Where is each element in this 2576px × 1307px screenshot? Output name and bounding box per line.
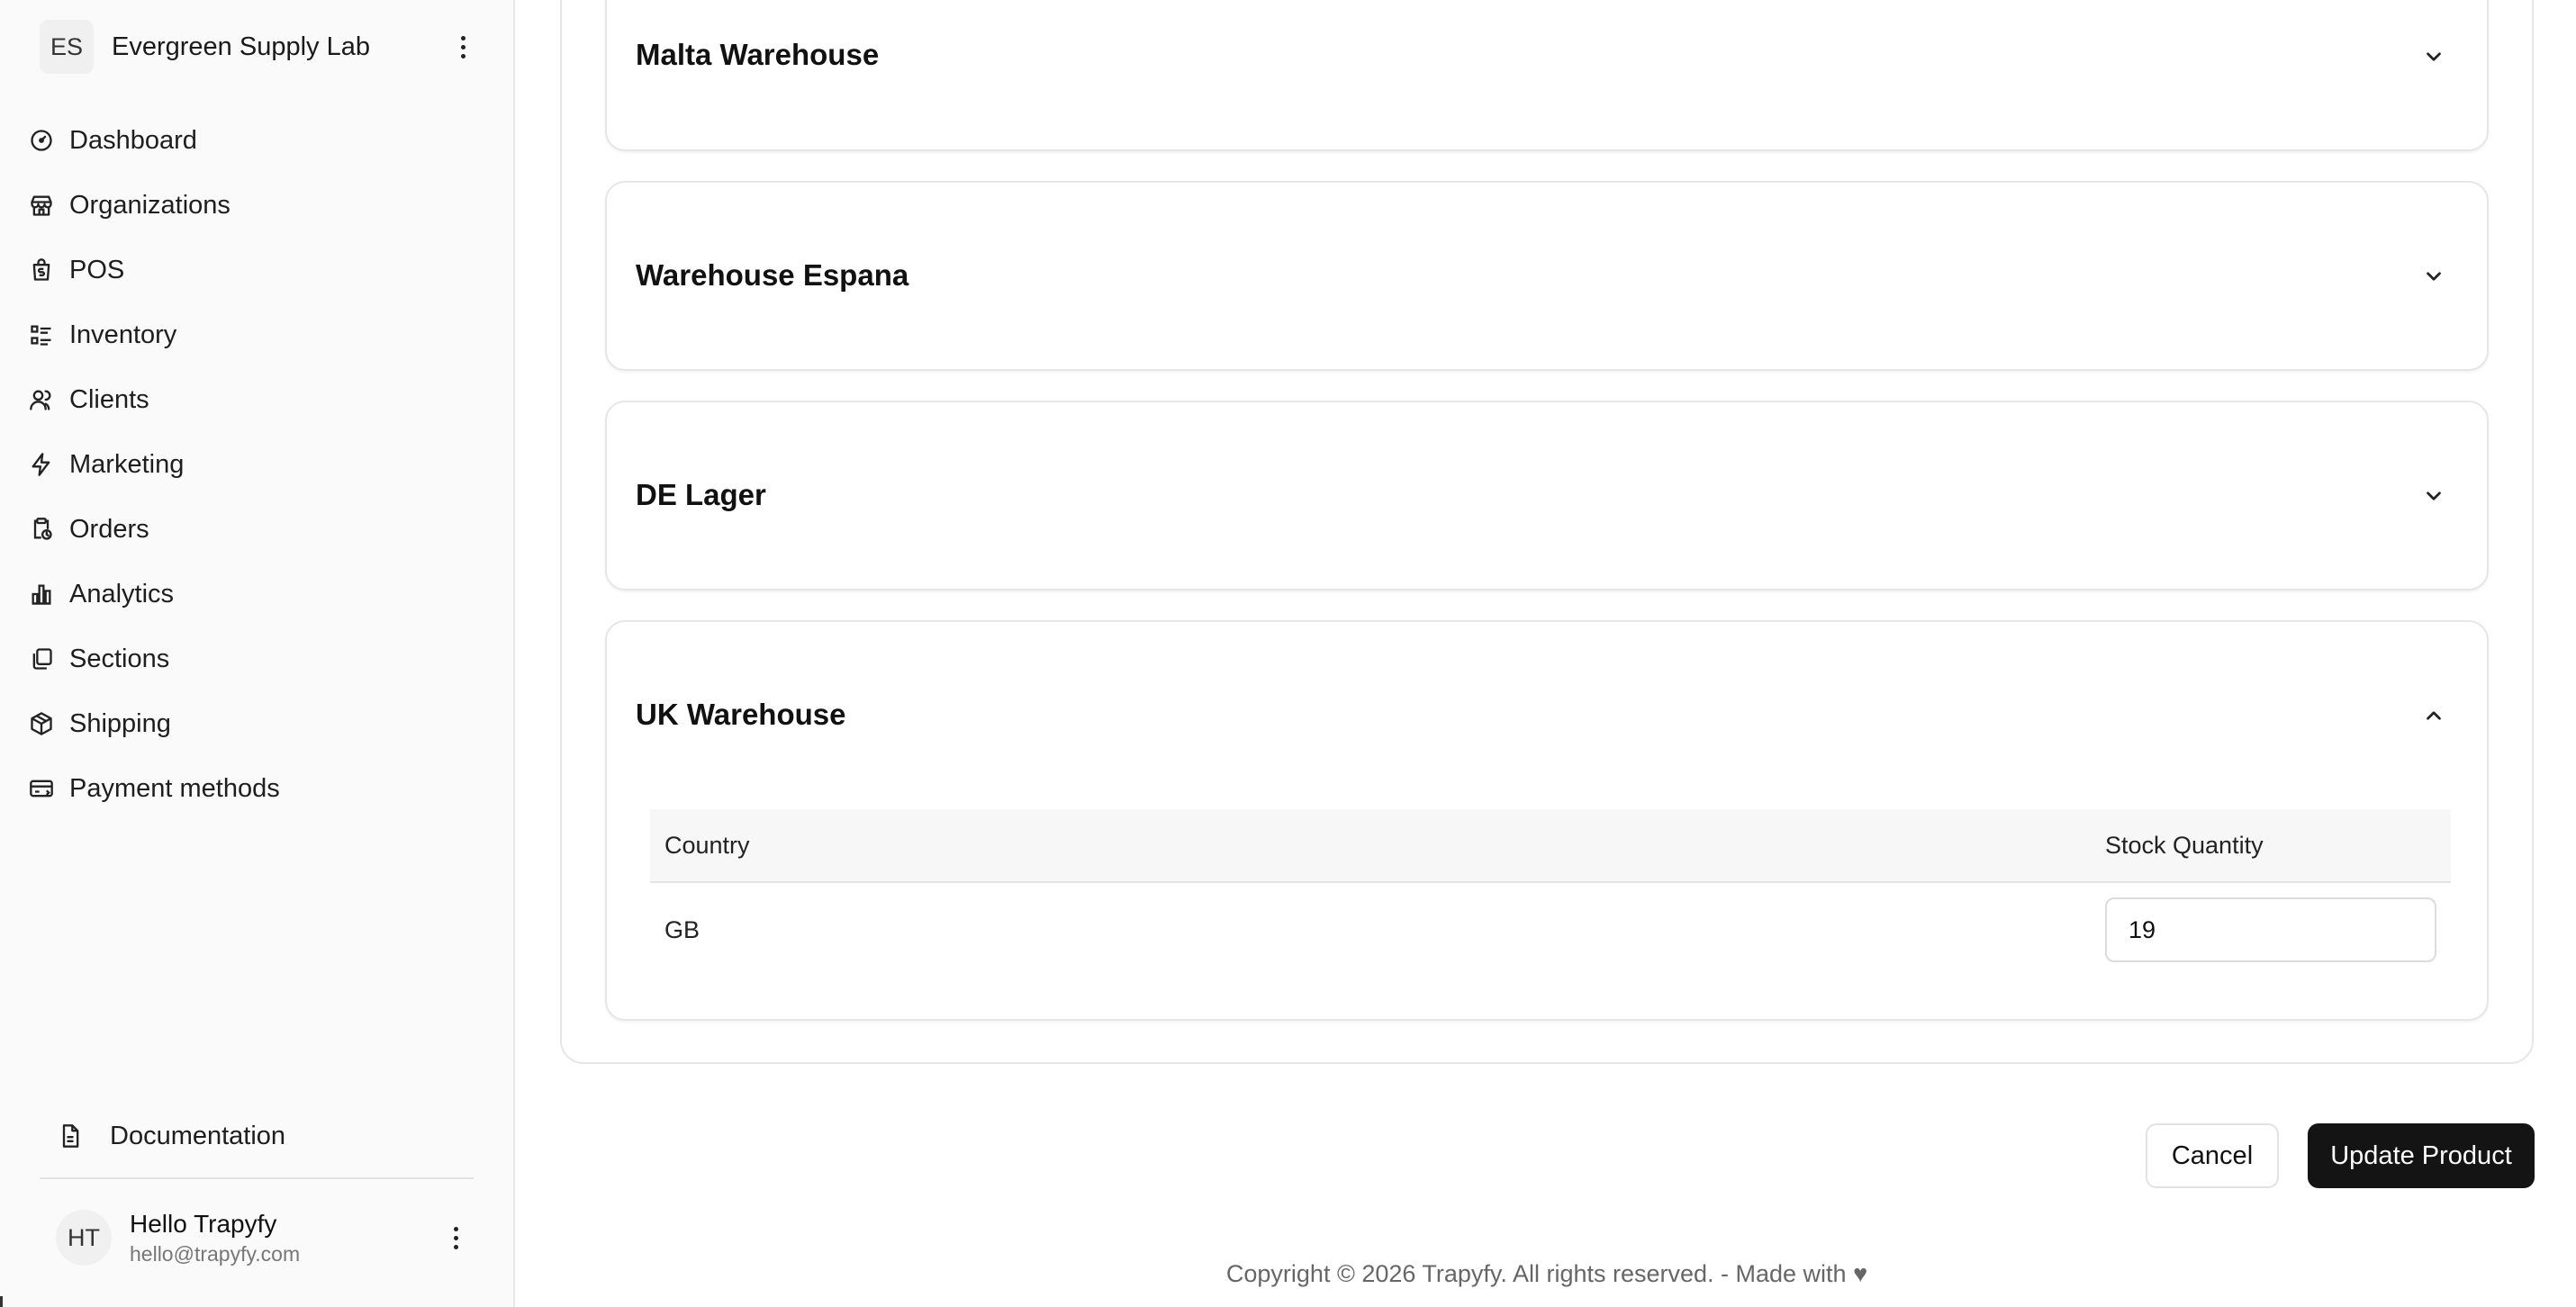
warehouse-title: Malta Warehouse: [636, 38, 880, 71]
chevron-down-icon[interactable]: [2422, 265, 2445, 288]
sidebar-item-label: Documentation: [110, 1121, 286, 1150]
clipboard-clock-icon: [27, 515, 56, 544]
sidebar-item-clients[interactable]: Clients: [27, 367, 477, 432]
update-product-button[interactable]: Update Product: [2308, 1123, 2535, 1188]
sidebar-item-label: Sections: [69, 644, 170, 673]
sidebar-nav: Dashboard Organizations POS Inventory Cl…: [27, 108, 477, 821]
warehouse-card-de-lager[interactable]: DE Lager: [605, 401, 2489, 590]
user-info: Hello Trapyfy hello@trapyfy.com: [130, 1210, 441, 1266]
users-icon: [27, 385, 56, 414]
warehouse-title: UK Warehouse: [636, 698, 846, 731]
table-row: GB: [650, 883, 2451, 977]
sidebar-item-label: Inventory: [69, 320, 177, 349]
sidebar-item-sections[interactable]: Sections: [27, 626, 477, 691]
org-switcher[interactable]: ES Evergreen Supply Lab: [40, 20, 477, 74]
warehouse-title: DE Lager: [636, 478, 766, 511]
bar-chart-icon: [27, 580, 56, 608]
shopping-bag-dollar-icon: [27, 256, 56, 284]
country-cell: GB: [664, 915, 700, 943]
sidebar-item-dashboard[interactable]: Dashboard: [27, 108, 477, 173]
sidebar-item-orders[interactable]: Orders: [27, 497, 477, 562]
user-profile[interactable]: HT Hello Trapyfy hello@trapyfy.com: [56, 1206, 470, 1269]
warehouse-card-espana[interactable]: Warehouse Espana: [605, 181, 2489, 371]
store-icon: [27, 191, 56, 220]
sidebar-item-analytics[interactable]: Analytics: [27, 562, 477, 626]
quantity-cell: [2105, 897, 2451, 962]
sidebar: ES Evergreen Supply Lab Dashboard Organi…: [0, 0, 515, 1307]
sidebar-item-documentation[interactable]: Documentation: [56, 1114, 285, 1158]
sidebar-item-shipping[interactable]: Shipping: [27, 691, 477, 756]
sidebar-item-label: Analytics: [69, 579, 175, 608]
sidebar-item-label: POS: [69, 255, 125, 284]
sidebar-divider: [40, 1177, 474, 1179]
chevron-up-icon[interactable]: [2422, 704, 2445, 727]
copy-icon: [27, 644, 56, 673]
sidebar-item-label: Clients: [69, 384, 149, 414]
sidebar-item-label: Organizations: [69, 190, 230, 220]
sidebar-item-inventory[interactable]: Inventory: [27, 302, 477, 367]
cancel-button[interactable]: Cancel: [2146, 1123, 2279, 1188]
sidebar-item-payment-methods[interactable]: Payment methods: [27, 756, 477, 821]
package-icon: [27, 709, 56, 738]
gauge-icon: [27, 126, 56, 155]
user-name: Hello Trapyfy: [130, 1209, 277, 1238]
user-email: hello@trapyfy.com: [130, 1241, 301, 1266]
avatar: HT: [56, 1210, 112, 1266]
table-header: Country Stock Quantity: [650, 809, 2451, 883]
sidebar-item-label: Marketing: [69, 449, 185, 479]
list-checks-icon: [27, 320, 56, 349]
stock-quantity-input[interactable]: [2105, 897, 2436, 962]
warehouse-card-malta[interactable]: Malta Warehouse: [605, 0, 2489, 151]
sidebar-item-label: Orders: [69, 514, 149, 544]
sidebar-item-organizations[interactable]: Organizations: [27, 173, 477, 238]
file-text-icon: [56, 1122, 85, 1150]
user-menu-icon[interactable]: [441, 1220, 470, 1256]
chevron-down-icon[interactable]: [2422, 45, 2445, 68]
warehouse-title: Warehouse Espana: [636, 258, 909, 292]
window-edge-marker: [0, 1296, 3, 1307]
sidebar-item-pos[interactable]: POS: [27, 238, 477, 302]
zap-icon: [27, 450, 56, 479]
sidebar-item-label: Dashboard: [69, 125, 197, 155]
org-avatar: ES: [40, 20, 94, 74]
org-name: Evergreen Supply Lab: [112, 32, 370, 61]
column-header-stock-quantity: Stock Quantity: [2105, 831, 2264, 859]
footer-copyright: Copyright © 2026 Trapyfy. All rights res…: [1225, 1260, 1868, 1287]
sidebar-item-label: Shipping: [69, 708, 171, 738]
column-header-country: Country: [664, 831, 750, 859]
credit-card-icon: [27, 774, 56, 803]
chevron-down-icon[interactable]: [2422, 484, 2445, 508]
warehouse-card-uk: UK Warehouse Country Stock Quantity GB: [605, 620, 2489, 1021]
sidebar-item-label: Payment methods: [69, 773, 280, 803]
org-menu-icon[interactable]: [448, 29, 477, 65]
stock-table: Country Stock Quantity GB: [650, 809, 2451, 977]
sidebar-item-marketing[interactable]: Marketing: [27, 432, 477, 497]
